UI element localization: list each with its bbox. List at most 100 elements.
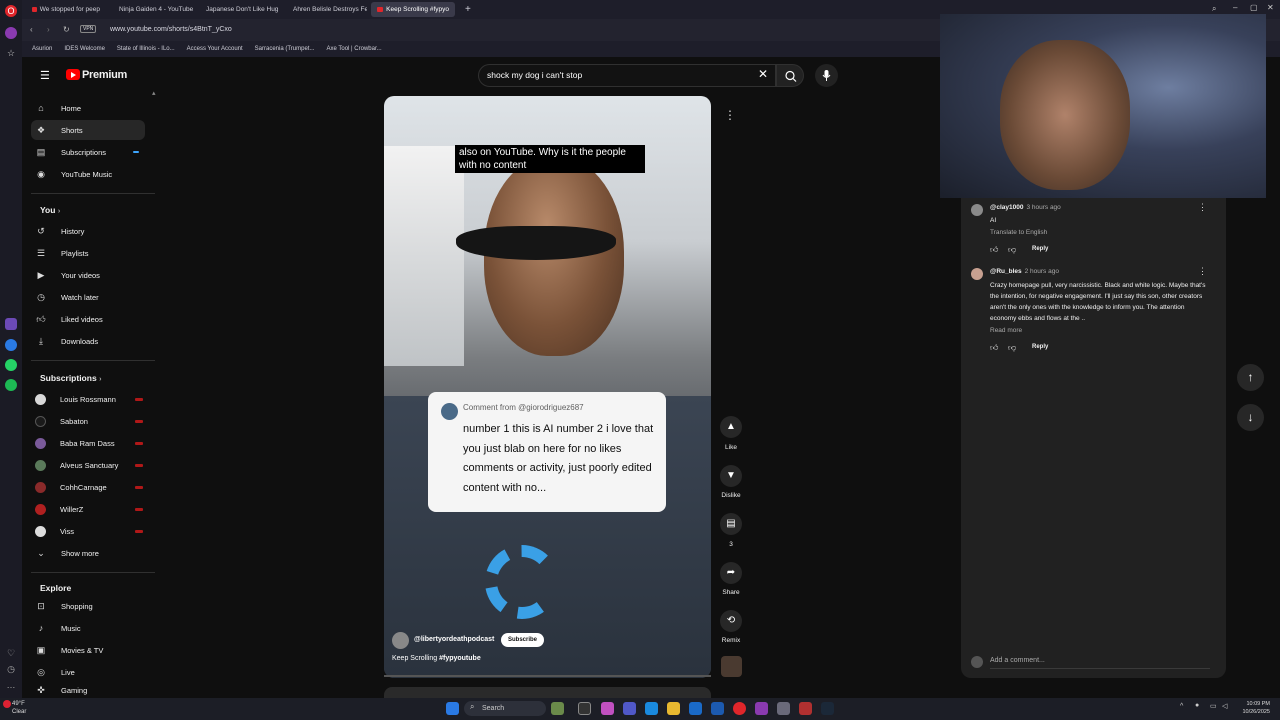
maximize-icon[interactable]: ▢ xyxy=(1250,3,1258,12)
sidebar-item-youtube-music[interactable]: ◉ YouTube Music xyxy=(31,164,145,184)
history-clock-icon[interactable]: ◷ xyxy=(5,663,17,675)
sidebar-item-your-videos[interactable]: ▶ Your videos xyxy=(31,265,145,285)
sidebar-item-movies[interactable]: ▣ Movies & TV xyxy=(31,640,145,660)
sidebar-scroll-up-icon[interactable]: ▴ xyxy=(152,89,156,97)
comment-time[interactable]: 3 hours ago xyxy=(1026,204,1060,211)
weather-widget[interactable]: 49°F Clear xyxy=(12,700,26,716)
bookmark-item[interactable]: IDES Welcome xyxy=(64,46,105,52)
reply-button[interactable]: Reply xyxy=(1032,246,1048,252)
sidebar-item-home[interactable]: ⌂ Home xyxy=(31,98,145,118)
you-heading[interactable]: You › xyxy=(40,205,60,215)
hamburger-menu-icon[interactable]: ☰ xyxy=(40,69,50,82)
comment-author[interactable]: @clay1000 3 hours ago xyxy=(990,204,1061,211)
channel-name[interactable]: @libertyordeathpodcast xyxy=(414,636,494,643)
steam-icon[interactable] xyxy=(821,702,834,715)
teams-icon[interactable] xyxy=(623,702,636,715)
sidebar-item-playlists[interactable]: ☰ Playlists xyxy=(31,243,145,263)
author-handle[interactable]: @clay1000 xyxy=(990,204,1023,211)
thumbs-down-icon[interactable]: 👎︎ xyxy=(1008,245,1016,255)
new-tab-button[interactable]: + xyxy=(459,2,477,17)
add-comment-input[interactable]: Add a comment... xyxy=(990,657,1045,664)
taskbar-app-icon[interactable] xyxy=(799,702,812,715)
voice-search-button[interactable] xyxy=(815,64,838,87)
browser-tab-active[interactable]: Keep Scrolling #fypyo xyxy=(371,2,455,17)
task-view-icon[interactable] xyxy=(578,702,591,715)
remix-button[interactable]: ⟲ xyxy=(720,610,742,632)
browser-tab[interactable]: We stopped for peep xyxy=(26,2,106,17)
comments-button[interactable]: ▤ xyxy=(720,513,742,535)
aria-icon[interactable] xyxy=(5,318,17,330)
sidebar-item-shorts[interactable]: ❖ Shorts xyxy=(31,120,145,140)
sidebar-item-liked-videos[interactable]: 👍︎ Liked videos xyxy=(31,309,145,329)
translate-link[interactable]: Translate to English xyxy=(990,229,1047,236)
sidebar-channel[interactable]: Baba Ram Dass xyxy=(31,433,145,453)
opera-home-icon[interactable] xyxy=(5,27,17,39)
subscribe-button[interactable]: Subscribe xyxy=(501,633,544,647)
browser-search-icon[interactable]: ⌕ xyxy=(1212,4,1216,14)
back-icon[interactable]: ‹ xyxy=(30,25,33,34)
settings-icon[interactable] xyxy=(777,702,790,715)
taskbar-clock[interactable]: 10:09 PM 10/26/2025 xyxy=(1236,700,1270,716)
bookmark-item[interactable]: Asurion xyxy=(32,46,52,52)
start-icon[interactable] xyxy=(446,702,459,715)
bookmark-item[interactable]: Sarracenia (Trumpet... xyxy=(255,46,315,52)
show-more-button[interactable]: ⌄ Show more xyxy=(31,543,145,563)
taskbar-search[interactable]: Search xyxy=(464,701,546,716)
close-window-icon[interactable]: ✕ xyxy=(1267,3,1274,12)
previous-short-button[interactable]: ↑ xyxy=(1237,364,1264,391)
thumbs-up-icon[interactable]: 👍︎ xyxy=(990,343,998,353)
network-icon[interactable]: ▭ xyxy=(1210,702,1217,710)
file-explorer-icon[interactable] xyxy=(667,702,680,715)
browser-tab[interactable]: Japanese Don't Like Hug xyxy=(197,2,280,17)
browser-tab[interactable]: Ahren Belisle Destroys Fe xyxy=(284,2,367,17)
sidebar-item-shopping[interactable]: ⊡ Shopping xyxy=(31,596,145,616)
sound-thumbnail[interactable] xyxy=(721,656,742,677)
comment-time[interactable]: 2 hours ago xyxy=(1025,268,1059,275)
sidebar-channel[interactable]: CohhCarnage xyxy=(31,477,145,497)
sidebar-channel[interactable]: WillerZ xyxy=(31,499,145,519)
search-input[interactable]: shock my dog i can't stop xyxy=(487,70,582,80)
edge-icon[interactable] xyxy=(645,702,658,715)
store-icon[interactable] xyxy=(689,702,702,715)
thumbs-up-icon[interactable]: 👍︎ xyxy=(990,245,998,255)
outlook-icon[interactable] xyxy=(711,702,724,715)
sidebar-item-downloads[interactable]: ⤓ Downloads xyxy=(31,331,145,351)
minimize-icon[interactable]: – xyxy=(1233,3,1237,12)
sidebar-item-watch-later[interactable]: ◷ Watch later xyxy=(31,287,145,307)
taskbar-app-icon[interactable] xyxy=(551,702,564,715)
like-button[interactable]: ▲ xyxy=(720,416,742,438)
spotify-icon[interactable] xyxy=(5,379,17,391)
bookmark-star-icon[interactable]: ☆ xyxy=(5,47,17,59)
video-title[interactable]: Keep Scrolling #fypyoutube xyxy=(392,655,481,662)
sidebar-channel[interactable]: Louis Rossmann xyxy=(31,389,145,409)
opera-logo-icon[interactable]: O xyxy=(5,5,17,17)
author-handle[interactable]: @Ru_bles xyxy=(990,268,1022,275)
forward-icon[interactable]: › xyxy=(47,25,50,34)
channel-avatar[interactable] xyxy=(392,632,409,649)
bookmark-item[interactable]: Access Your Account xyxy=(187,46,243,52)
whatsapp-icon[interactable] xyxy=(5,359,17,371)
opera-gx-icon[interactable] xyxy=(755,702,768,715)
url-field[interactable]: www.youtube.com/shorts/s4BtnT_yCxo xyxy=(110,26,232,33)
bookmark-item[interactable]: Axe Tool | Crowbar... xyxy=(326,46,381,52)
video-progress-bar[interactable] xyxy=(384,675,711,677)
youtube-logo-icon[interactable] xyxy=(66,69,80,80)
more-icon[interactable]: … xyxy=(5,679,17,691)
sidebar-item-live[interactable]: ◎ Live xyxy=(31,662,145,682)
dislike-button[interactable]: ▼ xyxy=(720,465,742,487)
volume-icon[interactable]: ◁ xyxy=(1222,702,1227,710)
copilot-icon[interactable] xyxy=(601,702,614,715)
mic-tray-icon[interactable]: ● xyxy=(1195,702,1199,709)
thumbs-down-icon[interactable]: 👎︎ xyxy=(1008,343,1016,353)
sidebar-channel[interactable]: Viss xyxy=(31,521,145,541)
heart-icon[interactable]: ♡ xyxy=(5,647,17,659)
opera-icon[interactable] xyxy=(733,702,746,715)
subscriptions-heading[interactable]: Subscriptions › xyxy=(40,373,101,383)
sidebar-item-subscriptions[interactable]: ▤ Subscriptions xyxy=(31,142,145,162)
search-button[interactable] xyxy=(776,64,804,87)
bookmark-item[interactable]: State of Illinois - ILo... xyxy=(117,46,175,52)
reply-button[interactable]: Reply xyxy=(1032,344,1048,350)
sidebar-item-gaming[interactable]: ✜ Gaming xyxy=(31,684,145,696)
messenger-icon[interactable] xyxy=(5,339,17,351)
sidebar-channel[interactable]: Sabaton xyxy=(31,411,145,431)
